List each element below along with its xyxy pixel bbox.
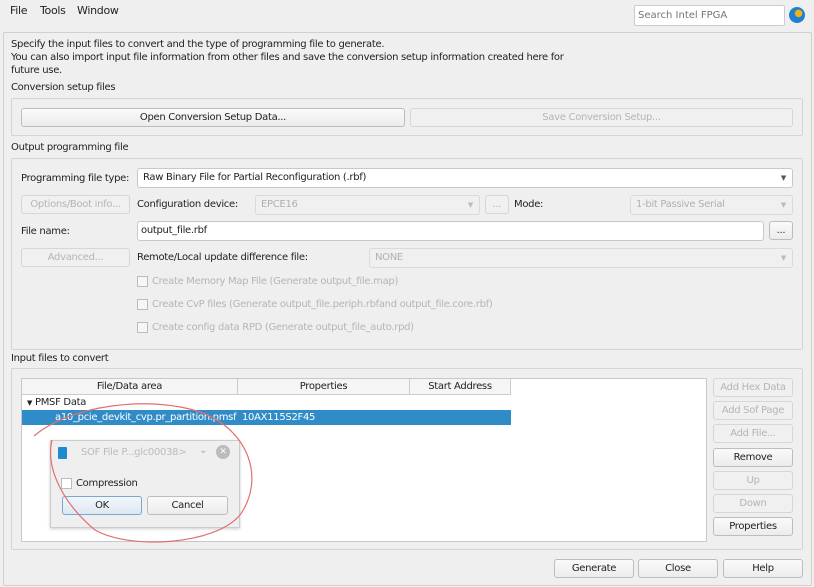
input-title: Input files to convert: [11, 353, 109, 364]
menu-window[interactable]: Window: [77, 4, 119, 17]
device-label: Configuration device:: [137, 199, 238, 210]
mode-label: Mode:: [514, 199, 544, 210]
menu-tools[interactable]: Tools: [40, 4, 66, 17]
diff-label: Remote/Local update difference file:: [137, 252, 308, 263]
checkbox-label: Create CvP files (Generate output_file.p…: [152, 299, 493, 310]
add-file-button[interactable]: Add File...: [713, 424, 793, 443]
checkbox-label: Compression: [76, 478, 138, 489]
tree-group-pmsf[interactable]: ▼ PMSF Data: [27, 396, 86, 410]
ok-button[interactable]: OK: [62, 496, 142, 515]
column-header-file[interactable]: File/Data area: [22, 379, 238, 395]
output-title: Output programming file: [11, 142, 129, 153]
group-label: PMSF Data: [34, 397, 87, 408]
mode-select[interactable]: 1-bit Passive Serial ▼: [630, 195, 793, 215]
checkbox-label: Create config data RPD (Generate output_…: [152, 322, 414, 333]
checkbox-box: [137, 299, 148, 310]
diff-select[interactable]: NONE ▼: [369, 248, 793, 268]
up-button[interactable]: Up: [713, 471, 793, 490]
cancel-button[interactable]: Cancel: [147, 496, 228, 515]
intro-line: future use.: [11, 65, 62, 76]
row-file: a10_pcie_devkit_cvp.pr_partition.pmsf: [55, 412, 237, 423]
device-select[interactable]: EPCE16 ▼: [255, 195, 480, 215]
properties-button[interactable]: Properties: [713, 517, 793, 536]
type-value: Raw Binary File for Partial Reconfigurat…: [143, 172, 367, 183]
close-icon[interactable]: ✕: [216, 445, 230, 459]
advanced-button[interactable]: Advanced...: [21, 248, 130, 267]
rpd-checkbox[interactable]: Create config data RPD (Generate output_…: [137, 322, 414, 333]
intro-line: You can also import input file informati…: [11, 52, 564, 63]
chevron-down-icon[interactable]: ⌄: [199, 445, 207, 456]
mode-value: 1-bit Passive Serial: [636, 199, 725, 210]
save-conversion-button[interactable]: Save Conversion Setup...: [410, 108, 793, 127]
column-header-properties[interactable]: Properties: [238, 379, 410, 395]
checkbox-box: [137, 322, 148, 333]
add-sof-page-button[interactable]: Add Sof Page: [713, 401, 793, 420]
search-input[interactable]: [634, 5, 785, 26]
popup-title: SOF File P...glc00038>: [81, 447, 187, 458]
file-name-label: File name:: [21, 226, 70, 237]
conversion-title: Conversion setup files: [11, 82, 116, 93]
chevron-down-icon: ▼: [780, 174, 786, 182]
compression-checkbox[interactable]: Compression: [61, 478, 138, 489]
type-label: Programming file type:: [21, 173, 130, 184]
sof-popup: SOF File P...glc00038> ⌄ ✕ Compression O…: [50, 440, 240, 528]
checkbox-box: [61, 478, 72, 489]
chevron-down-icon: ▼: [780, 254, 786, 262]
menu-file[interactable]: File: [10, 4, 28, 17]
checkbox-box: [137, 276, 148, 287]
column-header-start-address[interactable]: Start Address: [410, 379, 511, 395]
chevron-down-icon: ▼: [467, 201, 473, 209]
device-browse-button[interactable]: ...: [485, 195, 509, 214]
expand-arrow-icon[interactable]: ▼: [27, 399, 32, 407]
row-properties: 10AX115S2F45: [242, 412, 316, 423]
memory-map-checkbox[interactable]: Create Memory Map File (Generate output_…: [137, 276, 398, 287]
down-button[interactable]: Down: [713, 494, 793, 513]
intro-text: Specify the input files to convert and t…: [11, 38, 564, 77]
diff-value: NONE: [375, 252, 403, 263]
cvp-checkbox[interactable]: Create CvP files (Generate output_file.p…: [137, 299, 493, 310]
file-browse-button[interactable]: ...: [769, 221, 793, 240]
add-hex-data-button[interactable]: Add Hex Data: [713, 378, 793, 397]
remove-button[interactable]: Remove: [713, 448, 793, 467]
generate-button[interactable]: Generate: [554, 559, 634, 578]
chevron-down-icon: ▼: [780, 201, 786, 209]
help-button[interactable]: Help: [723, 559, 803, 578]
type-select[interactable]: Raw Binary File for Partial Reconfigurat…: [137, 168, 793, 188]
file-icon: [58, 447, 67, 459]
close-button[interactable]: Close: [638, 559, 718, 578]
open-conversion-button[interactable]: Open Conversion Setup Data...: [21, 108, 405, 127]
device-value: EPCE16: [261, 199, 298, 210]
options-boot-button[interactable]: Options/Boot info...: [21, 195, 130, 214]
globe-icon[interactable]: [789, 7, 805, 23]
intro-line: Specify the input files to convert and t…: [11, 39, 385, 50]
file-name-input[interactable]: output_file.rbf: [137, 221, 764, 241]
checkbox-label: Create Memory Map File (Generate output_…: [152, 276, 399, 287]
table-row[interactable]: a10_pcie_devkit_cvp.pr_partition.pmsf 10…: [22, 410, 511, 425]
